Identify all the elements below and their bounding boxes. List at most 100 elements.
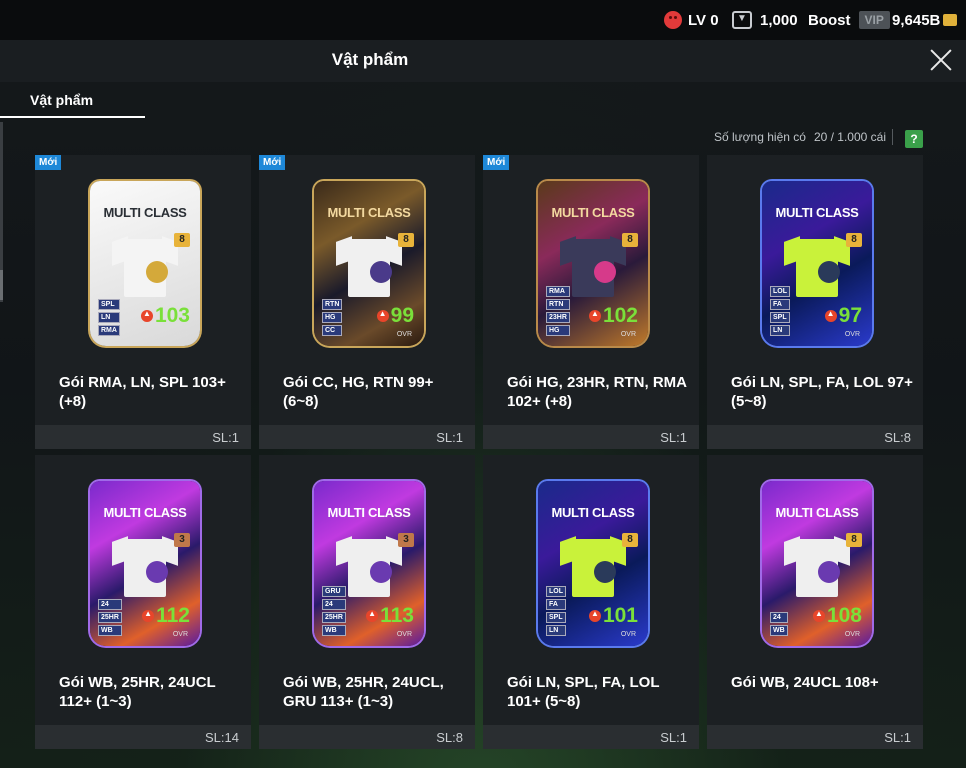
- item-quantity: SL:14: [205, 730, 239, 745]
- ovr-value: 97: [824, 304, 862, 328]
- season-tag: HG: [322, 312, 343, 323]
- coin-counter[interactable]: 1,000: [732, 10, 798, 30]
- item-card[interactable]: MULTI CLASS 8 RTN HG CC 99 OVR Mới Gói CC, HG, R…: [259, 155, 475, 449]
- new-badge: Mới: [35, 155, 62, 170]
- side-scroll-thumb[interactable]: [0, 270, 3, 300]
- season-tag: FA: [546, 599, 566, 610]
- ovr-number: 102: [602, 304, 638, 327]
- inventory-count-label: Số lượng hiện có: [713, 130, 806, 144]
- ovr-number: 101: [602, 604, 638, 627]
- card-class-title: MULTI CLASS: [327, 205, 411, 220]
- inventory-count: Số lượng hiện có 20 / 1.000 cái: [714, 129, 899, 145]
- ovr-value: 113: [366, 604, 414, 628]
- boost-indicator[interactable]: Boost VIP: [808, 10, 890, 30]
- card-class-title: MULTI CLASS: [551, 505, 635, 520]
- item-card[interactable]: MULTI CLASS 3 24 25HR WB 112 OVR Gói WB, 25HR, …: [35, 455, 251, 749]
- season-tag: 24: [770, 612, 788, 623]
- ovr-label: OVR: [620, 331, 636, 338]
- item-footer: SL:1: [35, 425, 251, 449]
- ovr-label: OVR: [620, 631, 636, 638]
- item-quantity: SL:1: [212, 430, 239, 445]
- inventory-count-value: 20 / 1.000 cái: [813, 130, 886, 144]
- ovr-value: 103: [140, 304, 190, 328]
- item-card[interactable]: MULTI CLASS 8 LOL FA SPL LN 101 OVR Gói LN, SPL,…: [483, 455, 699, 749]
- item-card[interactable]: MULTI CLASS 3 GRU 24 25HR WB 113 OVR Gói WB, 25H…: [259, 455, 475, 749]
- item-name: Gói WB, 25HR, 24UCL, GRU 113+ (1~3): [283, 674, 444, 710]
- season-tag: RTN: [546, 299, 570, 310]
- season-tag: SPL: [770, 312, 790, 323]
- season-tag: SPL: [546, 612, 566, 623]
- level-indicator[interactable]: LV 0: [664, 10, 719, 30]
- shield-coin-icon: [732, 11, 752, 29]
- item-quantity: SL:1: [660, 730, 687, 745]
- item-footer: SL:8: [259, 725, 475, 749]
- upgrade-level-badge: 8: [846, 233, 862, 247]
- season-tags: RMA RTN 23HR HG: [546, 286, 570, 336]
- ovr-up-arrow-icon: [588, 309, 601, 322]
- season-tags: 24 WB: [770, 612, 788, 636]
- season-tag: LN: [770, 325, 790, 336]
- upgrade-level-badge: 8: [846, 533, 862, 547]
- ovr-up-arrow-icon: [588, 609, 601, 622]
- bp-counter[interactable]: 9,645B: [892, 10, 958, 30]
- item-name: Gói LN, SPL, FA, LOL 101+ (5~8): [507, 674, 660, 710]
- help-button[interactable]: ?: [905, 130, 923, 148]
- item-footer: SL:1: [259, 425, 475, 449]
- ovr-value: 101: [588, 604, 638, 628]
- ovr-up-arrow-icon: [366, 609, 379, 622]
- pack-card-image: MULTI CLASS 8 SPL LN RMA 103 OVR: [90, 181, 200, 346]
- ovr-number: 99: [390, 304, 414, 327]
- jersey-icon: [784, 533, 850, 599]
- pack-card-image: MULTI CLASS 8 24 WB 108 OVR: [762, 481, 872, 646]
- jersey-icon: [112, 233, 178, 299]
- item-card[interactable]: MULTI CLASS 8 RMA RTN 23HR HG 102 OVR Mới Gói HG,…: [483, 155, 699, 449]
- upgrade-level-badge: 8: [398, 233, 414, 247]
- upgrade-level-badge: 8: [622, 233, 638, 247]
- season-tags: LOL FA SPL LN: [546, 586, 566, 636]
- item-card[interactable]: MULTI CLASS 8 SPL LN RMA 103 OVR Mới Gói RMA, LN…: [35, 155, 251, 449]
- pack-card-image: MULTI CLASS 8 RTN HG CC 99 OVR: [314, 181, 424, 346]
- divider: [892, 129, 893, 145]
- season-tag: RMA: [98, 325, 120, 336]
- item-card[interactable]: MULTI CLASS 8 LOL FA SPL LN 97 OVR Gói LN, SPL, …: [707, 155, 923, 449]
- jersey-icon: [336, 233, 402, 299]
- jersey-icon: [560, 533, 626, 599]
- ovr-number: 103: [154, 304, 190, 327]
- new-badge: Mới: [483, 155, 510, 170]
- season-tags: LOL FA SPL LN: [770, 286, 790, 336]
- season-tag: RMA: [546, 286, 570, 297]
- item-name: Gói LN, SPL, FA, LOL 97+ (5~8): [731, 374, 913, 410]
- status-bar: LV 0 1,000 Boost VIP 9,645B: [0, 0, 966, 40]
- ovr-label: OVR: [844, 631, 860, 638]
- item-card[interactable]: MULTI CLASS 8 24 WB 108 OVR Gói WB, 24UCL 108+…: [707, 455, 923, 749]
- item-name: Gói WB, 24UCL 108+: [731, 674, 879, 691]
- item-footer: SL:14: [35, 725, 251, 749]
- close-icon[interactable]: [925, 44, 957, 76]
- item-quantity: SL:1: [660, 430, 687, 445]
- item-footer: SL:8: [707, 425, 923, 449]
- item-footer: SL:1: [707, 725, 923, 749]
- ovr-up-arrow-icon: [376, 309, 389, 322]
- upgrade-level-badge: 8: [622, 533, 638, 547]
- season-tags: GRU 24 25HR WB: [322, 586, 346, 636]
- upgrade-level-badge: 3: [398, 533, 414, 547]
- season-tags: 24 25HR WB: [98, 599, 122, 636]
- pack-card-image: MULTI CLASS 3 GRU 24 25HR WB 113 OVR: [314, 481, 424, 646]
- card-class-title: MULTI CLASS: [775, 505, 859, 520]
- tab-items[interactable]: Vật phẩm: [0, 82, 145, 118]
- pack-card-image: MULTI CLASS 8 RMA RTN 23HR HG 102 OVR: [538, 181, 648, 346]
- item-footer: SL:1: [483, 725, 699, 749]
- item-quantity: SL:8: [884, 430, 911, 445]
- ovr-value: 112: [142, 604, 190, 628]
- item-quantity: SL:1: [884, 730, 911, 745]
- item-quantity: SL:8: [436, 730, 463, 745]
- card-class-title: MULTI CLASS: [551, 205, 635, 220]
- jersey-icon: [112, 533, 178, 599]
- season-tag: GRU: [322, 586, 346, 597]
- season-tag: WB: [770, 625, 788, 636]
- jersey-icon: [784, 233, 850, 299]
- ovr-value: 99: [376, 304, 414, 328]
- season-tag: 25HR: [322, 612, 346, 623]
- ovr-label: OVR: [396, 631, 412, 638]
- season-tags: SPL LN RMA: [98, 299, 120, 336]
